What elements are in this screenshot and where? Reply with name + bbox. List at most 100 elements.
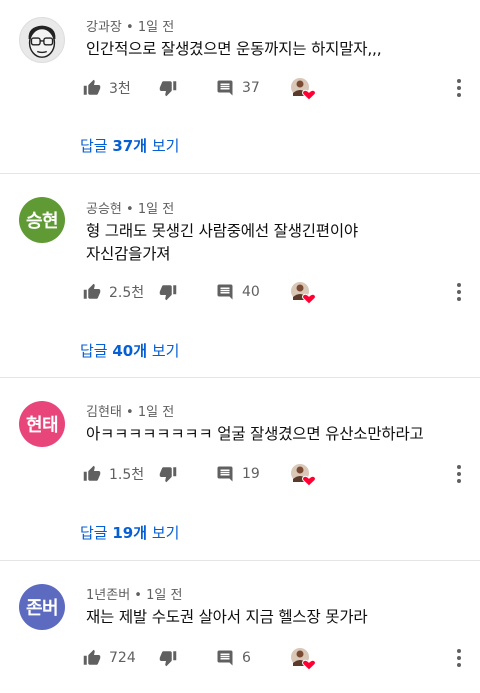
comment-text-line: 자신감을가져 [86, 245, 171, 263]
comment-text-line: 아ㅋㅋㅋㅋㅋㅋㅋㅋ 얼굴 잘생겼으면 유산소만하라고 [86, 425, 424, 443]
comment-actions: 1.5천 19 [80, 459, 480, 489]
avatar-initials: 현태 [25, 415, 59, 436]
dislike-button[interactable] [159, 643, 177, 673]
thumb-up-icon [83, 465, 101, 481]
like-button[interactable]: 2.5천 [83, 277, 144, 307]
reply-button[interactable]: 37 [216, 73, 260, 103]
meta-separator: • [130, 588, 147, 603]
comment-text-line: 재는 제발 수도권 살아서 지금 헬스장 못가라 [86, 608, 368, 626]
thumb-down-icon [159, 467, 177, 483]
more-vertical-icon [457, 86, 461, 90]
creator-heart-icon [291, 464, 316, 487]
more-vertical-icon [457, 297, 461, 301]
creator-heart-icon [291, 78, 316, 101]
dislike-button[interactable] [159, 73, 177, 103]
comment-author[interactable]: 1년존버 [86, 588, 130, 603]
thumb-up-icon [83, 79, 101, 95]
view-replies-link[interactable]: 답글 37개 보기 [80, 135, 179, 156]
comment-text-line: 인간적으로 잘생겼으면 운동까지는 하지말자,,, [86, 40, 382, 58]
reply-button[interactable]: 40 [216, 277, 260, 307]
creator-heart [290, 76, 316, 102]
meta-separator: • [121, 202, 138, 217]
divider [0, 173, 480, 174]
creator-heart [290, 646, 316, 672]
view-replies-count: 40개 [112, 342, 148, 360]
comment-actions: 3천 37 [80, 73, 480, 103]
like-count: 724 [109, 650, 136, 666]
thumb-up-icon [83, 283, 101, 299]
like-button[interactable]: 1.5천 [83, 459, 144, 489]
reply-count: 40 [242, 284, 260, 300]
comment-time: 1일 전 [137, 202, 175, 217]
dislike-button[interactable] [159, 459, 177, 489]
comment-meta: 김현태 • 1일 전 [86, 401, 174, 420]
comment-time: 1일 전 [146, 588, 183, 603]
like-count: 2.5천 [109, 285, 145, 301]
more-vertical-icon [457, 290, 461, 294]
avatar-initials: 존버 [25, 598, 59, 619]
meta-separator: • [121, 405, 138, 420]
like-button[interactable]: 3천 [83, 73, 131, 103]
more-options-button[interactable] [453, 461, 465, 487]
comment-icon [217, 284, 233, 300]
comment-meta: 공승현 • 1일 전 [86, 198, 174, 217]
view-replies-label: 답글 19개 보기 [80, 524, 180, 542]
more-vertical-icon [457, 472, 461, 476]
more-vertical-icon [457, 479, 461, 483]
reply-button[interactable]: 6 [216, 643, 251, 673]
thumb-up-icon [83, 649, 101, 665]
more-vertical-icon [457, 649, 461, 653]
comment-time: 1일 전 [137, 20, 175, 35]
meta-separator: • [121, 20, 138, 35]
comment-author[interactable]: 김현태 [86, 405, 122, 420]
comment-time: 1일 전 [137, 405, 175, 420]
thumb-down-icon [159, 651, 177, 667]
more-options-button[interactable] [453, 279, 465, 305]
view-replies-link[interactable]: 답글 19개 보기 [80, 522, 179, 543]
reply-button[interactable]: 19 [216, 459, 260, 489]
more-options-button[interactable] [453, 75, 465, 101]
creator-heart-icon [291, 648, 316, 671]
comment-author[interactable]: 공승현 [86, 202, 122, 217]
comment-icon [217, 80, 233, 96]
comment-actions: 724 6 [80, 643, 480, 673]
creator-heart [290, 462, 316, 488]
more-options-button[interactable] [453, 645, 465, 671]
like-count: 3천 [109, 81, 131, 97]
comment-text: 아ㅋㅋㅋㅋㅋㅋㅋㅋ 얼굴 잘생겼으면 유산소만하라고 [86, 423, 466, 446]
like-count: 1.5천 [109, 467, 145, 483]
reply-count: 37 [242, 80, 260, 96]
more-vertical-icon [457, 283, 461, 287]
comment-text: 재는 제발 수도권 살아서 지금 헬스장 못가라 [86, 606, 466, 629]
comment-meta: 강과장 • 1일 전 [86, 16, 174, 35]
view-replies-label: 답글 40개 보기 [80, 342, 180, 360]
thumb-down-icon [159, 285, 177, 301]
cartoon-face-avatar-icon [28, 25, 56, 58]
more-vertical-icon [457, 79, 461, 83]
reply-count: 19 [242, 466, 260, 482]
avatar[interactable]: 존버 [19, 584, 65, 630]
avatar[interactable] [19, 17, 65, 63]
more-vertical-icon [457, 93, 461, 97]
divider [0, 560, 480, 561]
comment-author[interactable]: 강과장 [86, 20, 122, 35]
like-button[interactable]: 724 [83, 643, 136, 673]
avatar-initials: 승현 [25, 211, 59, 232]
more-vertical-icon [457, 656, 461, 660]
avatar[interactable]: 승현 [19, 197, 65, 243]
comment-icon [217, 650, 233, 666]
comment-meta: 1년존버 • 1일 전 [86, 584, 182, 603]
view-replies-count: 19개 [112, 524, 148, 542]
comment-icon [217, 466, 233, 482]
view-replies-count: 37개 [112, 137, 148, 155]
view-replies-link[interactable]: 답글 40개 보기 [80, 340, 179, 361]
more-vertical-icon [457, 663, 461, 667]
comment-actions: 2.5천 40 [80, 277, 480, 307]
thumb-down-icon [159, 81, 177, 97]
dislike-button[interactable] [159, 277, 177, 307]
comment-text-line: 형 그래도 못생긴 사람중에선 잘생긴편이야 [86, 222, 358, 240]
reply-count: 6 [242, 650, 251, 666]
more-vertical-icon [457, 465, 461, 469]
divider [0, 377, 480, 378]
avatar[interactable]: 현태 [19, 401, 65, 447]
